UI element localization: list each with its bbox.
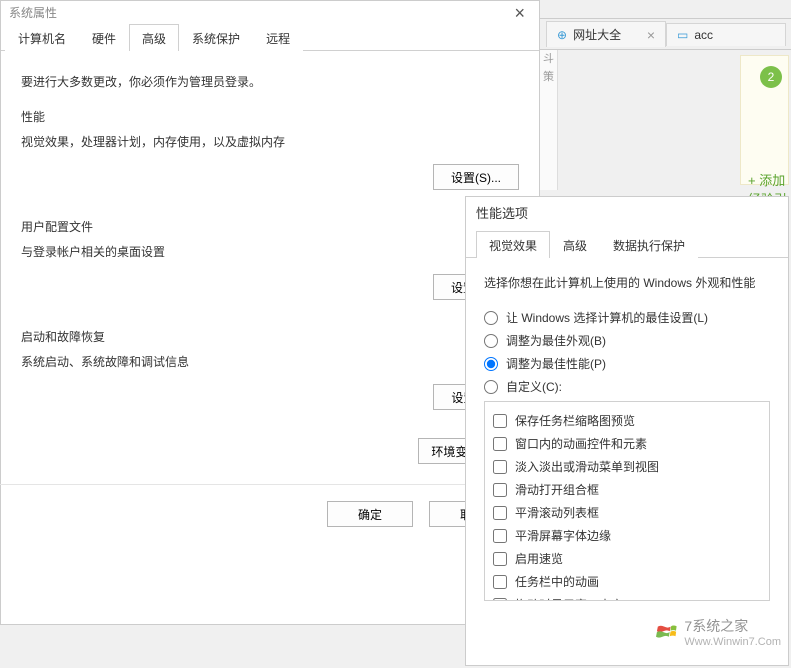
- perf-radio-input-0[interactable]: [484, 311, 498, 325]
- browser-sidebar: 斗策: [540, 50, 558, 190]
- performance-settings-button[interactable]: 设置(S)...: [433, 164, 519, 190]
- perf-tab-0[interactable]: 视觉效果: [476, 231, 550, 258]
- perf-check-label: 任务栏中的动画: [515, 573, 599, 590]
- performance-options-dialog: 性能选项 视觉效果高级数据执行保护 选择你想在此计算机上使用的 Windows …: [465, 196, 789, 666]
- sysprop-tab-1[interactable]: 硬件: [79, 24, 129, 51]
- perf-check-label: 平滑屏幕字体边缘: [515, 527, 611, 544]
- perf-check-label: 淡入淡出或滑动菜单到视图: [515, 458, 659, 475]
- perf-radio-group: 让 Windows 选择计算机的最佳设置(L) 调整为最佳外观(B) 调整为最佳性能…: [484, 309, 770, 395]
- perf-radio-label: 让 Windows 选择计算机的最佳设置(L): [506, 309, 708, 326]
- perf-tab-1[interactable]: 高级: [550, 231, 600, 258]
- perf-radio-input-1[interactable]: [484, 334, 498, 348]
- perf-check-4[interactable]: 平滑滚动列表框: [493, 504, 761, 521]
- perf-radio-label: 自定义(C):: [506, 378, 562, 395]
- browser-tabstrip: ⊕ 网址大全 × ▭ acc: [540, 18, 791, 50]
- sysprop-tab-3[interactable]: 系统保护: [179, 24, 253, 51]
- browser-tab-label: 网址大全: [573, 26, 621, 43]
- perf-check-label: 启用速览: [515, 550, 563, 567]
- perf-check-input-3[interactable]: [493, 483, 507, 497]
- perf-check-input-6[interactable]: [493, 552, 507, 566]
- perf-check-1[interactable]: 窗口内的动画控件和元素: [493, 435, 761, 452]
- page-icon: ▭: [677, 28, 688, 42]
- perf-radio-label: 调整为最佳外观(B): [506, 332, 606, 349]
- performance-section: 性能 视觉效果，处理器计划，内存使用，以及虚拟内存 设置(S)...: [21, 108, 519, 190]
- browser-tab-1[interactable]: ▭ acc: [666, 23, 786, 46]
- perf-tabstrip: 视觉效果高级数据执行保护: [466, 230, 788, 258]
- perf-check-label: 保存任务栏缩略图预览: [515, 412, 635, 429]
- sysprop-tab-0[interactable]: 计算机名: [5, 24, 79, 51]
- perf-check-input-4[interactable]: [493, 506, 507, 520]
- close-icon[interactable]: ×: [647, 27, 655, 43]
- perf-radio-label: 调整为最佳性能(P): [506, 355, 606, 372]
- globe-icon: ⊕: [557, 28, 567, 42]
- browser-tab-0[interactable]: ⊕ 网址大全 ×: [546, 21, 666, 47]
- perf-check-0[interactable]: 保存任务栏缩略图预览: [493, 412, 761, 429]
- startup-recovery-section: 启动和故障恢复 系统启动、系统故障和调试信息 设置(T)...: [21, 328, 519, 410]
- system-properties-dialog: 系统属性 × 计算机名硬件高级系统保护远程 要进行大多数更改，你必须作为管理员登…: [0, 0, 540, 625]
- perf-radio-2[interactable]: 调整为最佳性能(P): [484, 355, 770, 372]
- perf-radio-0[interactable]: 让 Windows 选择计算机的最佳设置(L): [484, 309, 770, 326]
- perf-radio-1[interactable]: 调整为最佳外观(B): [484, 332, 770, 349]
- startup-recovery-heading: 启动和故障恢复: [21, 328, 519, 345]
- browser-tab-label: acc: [694, 28, 713, 42]
- sysprop-tab-2[interactable]: 高级: [129, 24, 179, 51]
- sysprop-advanced-pane: 要进行大多数更改，你必须作为管理员登录。 性能 视觉效果，处理器计划，内存使用，…: [1, 51, 539, 474]
- perf-check-label: 拖动时显示窗口内容: [515, 596, 623, 601]
- sysprop-title-text: 系统属性: [9, 4, 57, 21]
- admin-hint: 要进行大多数更改，你必须作为管理员登录。: [21, 73, 519, 90]
- perf-check-7[interactable]: 任务栏中的动画: [493, 573, 761, 590]
- perf-radio-input-2[interactable]: [484, 357, 498, 371]
- perf-title: 性能选项: [466, 197, 788, 230]
- perf-check-6[interactable]: 启用速览: [493, 550, 761, 567]
- perf-check-label: 平滑滚动列表框: [515, 504, 599, 521]
- user-profiles-section: 用户配置文件 与登录帐户相关的桌面设置 设置(E)...: [21, 218, 519, 300]
- perf-check-input-5[interactable]: [493, 529, 507, 543]
- sysprop-titlebar: 系统属性 ×: [1, 1, 539, 23]
- perf-check-label: 滑动打开组合框: [515, 481, 599, 498]
- perf-check-input-8[interactable]: [493, 598, 507, 602]
- sysprop-tabstrip: 计算机名硬件高级系统保护远程: [1, 23, 539, 51]
- sidebar-char: 斗: [540, 50, 557, 68]
- perf-check-2[interactable]: 淡入淡出或滑动菜单到视图: [493, 458, 761, 475]
- perf-check-8[interactable]: 拖动时显示窗口内容: [493, 596, 761, 601]
- startup-recovery-desc: 系统启动、系统故障和调试信息: [21, 353, 519, 370]
- perf-check-3[interactable]: 滑动打开组合框: [493, 481, 761, 498]
- user-profiles-desc: 与登录帐户相关的桌面设置: [21, 243, 519, 260]
- perf-checkbox-list[interactable]: 保存任务栏缩略图预览窗口内的动画控件和元素淡入淡出或滑动菜单到视图滑动打开组合框…: [484, 401, 770, 601]
- perf-tab-2[interactable]: 数据执行保护: [600, 231, 698, 258]
- perf-visual-effects-pane: 选择你想在此计算机上使用的 Windows 外观和性能 让 Windows 选择…: [466, 258, 788, 607]
- performance-heading: 性能: [21, 108, 519, 125]
- perf-check-input-0[interactable]: [493, 414, 507, 428]
- perf-radio-3[interactable]: 自定义(C):: [484, 378, 770, 395]
- sidebar-char: 策: [540, 68, 557, 86]
- perf-check-input-7[interactable]: [493, 575, 507, 589]
- dialog-button-row: 确定 取消: [1, 489, 539, 539]
- user-profiles-heading: 用户配置文件: [21, 218, 519, 235]
- perf-check-input-1[interactable]: [493, 437, 507, 451]
- ok-button[interactable]: 确定: [327, 501, 413, 527]
- perf-check-label: 窗口内的动画控件和元素: [515, 435, 647, 452]
- close-icon[interactable]: ×: [508, 6, 531, 20]
- performance-desc: 视觉效果，处理器计划，内存使用，以及虚拟内存: [21, 133, 519, 150]
- perf-prompt: 选择你想在此计算机上使用的 Windows 外观和性能: [484, 274, 770, 291]
- perf-check-5[interactable]: 平滑屏幕字体边缘: [493, 527, 761, 544]
- perf-check-input-2[interactable]: [493, 460, 507, 474]
- step-number-badge: 2: [760, 66, 782, 88]
- perf-radio-input-3[interactable]: [484, 380, 498, 394]
- sysprop-tab-4[interactable]: 远程: [253, 24, 303, 51]
